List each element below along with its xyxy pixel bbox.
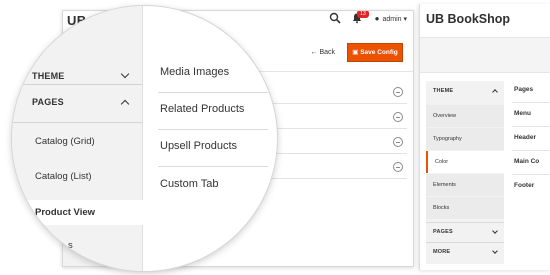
nav-more-label: MORE bbox=[433, 249, 451, 255]
menu-divider bbox=[158, 166, 268, 167]
magnifier-lens: THEME PAGES Catalog (Grid) Catalog (List… bbox=[12, 6, 277, 271]
nav-overview-label: Overview bbox=[433, 113, 456, 119]
mag-nav-catalog-grid-label: Catalog (Grid) bbox=[35, 136, 95, 147]
nav-blocks[interactable]: Blocks bbox=[426, 197, 504, 219]
nav-elements[interactable]: Elements bbox=[426, 174, 504, 196]
chevron-down-icon bbox=[492, 228, 498, 234]
theme-nav: THEME Overview Typography Color Elements… bbox=[426, 81, 504, 264]
nav-overview[interactable]: Overview bbox=[426, 105, 504, 127]
back-button[interactable]: ← Back bbox=[310, 49, 335, 56]
nav-theme[interactable]: THEME bbox=[426, 81, 504, 101]
menu-media-images[interactable]: Media Images bbox=[160, 66, 229, 78]
mag-nav-catalog-grid[interactable]: Catalog (Grid) bbox=[12, 130, 142, 152]
field-divider bbox=[512, 126, 550, 127]
menu-custom-tab[interactable]: Custom Tab bbox=[160, 178, 219, 190]
theme-toolbar bbox=[420, 37, 550, 73]
user-icon: ● bbox=[374, 14, 380, 23]
chevron-up-icon bbox=[492, 89, 498, 95]
collapse-icon[interactable] bbox=[393, 162, 403, 172]
save-label: Save Config bbox=[360, 49, 398, 56]
search-icon[interactable] bbox=[329, 12, 341, 24]
nav-color[interactable]: Color bbox=[426, 151, 504, 173]
field-label: Main Co bbox=[514, 158, 540, 165]
field-divider bbox=[512, 102, 550, 103]
notification-badge: 13 bbox=[357, 11, 369, 18]
back-arrow-icon: ← bbox=[310, 49, 318, 56]
save-icon: ▣ bbox=[352, 49, 359, 56]
nav-more[interactable]: MORE bbox=[426, 243, 504, 262]
menu-divider bbox=[158, 92, 268, 93]
field-label: Pages bbox=[514, 86, 534, 93]
back-label: Back bbox=[319, 49, 335, 56]
mag-nav-catalog-list-label: Catalog (List) bbox=[35, 171, 92, 182]
mag-nav-pages-label: PAGES bbox=[32, 97, 64, 107]
chevron-down-icon bbox=[492, 248, 498, 254]
field-divider bbox=[512, 150, 550, 151]
mag-nav-pages[interactable]: PAGES bbox=[12, 84, 142, 122]
save-config-button[interactable]: ▣ Save Config bbox=[347, 43, 403, 62]
collapse-icon[interactable] bbox=[393, 137, 403, 147]
mag-nav-product-view[interactable]: Product View bbox=[12, 200, 142, 225]
mag-nav-theme-label: THEME bbox=[32, 71, 65, 81]
theme-title: UB BookShop bbox=[426, 12, 511, 26]
nav-theme-label: THEME bbox=[433, 88, 454, 94]
field-divider bbox=[512, 174, 550, 175]
mag-nav-item-partial-label: s bbox=[68, 240, 73, 251]
nav-typography[interactable]: Typography bbox=[426, 128, 504, 150]
user-menu[interactable]: ● admin ▾ bbox=[375, 14, 407, 23]
nav-typography-label: Typography bbox=[433, 136, 462, 142]
theme-panel: UB BookShop THEME Overview Typography Co… bbox=[419, 4, 550, 270]
nav-pages[interactable]: PAGES bbox=[426, 223, 504, 242]
field-label: Footer bbox=[514, 182, 535, 189]
nav-elements-label: Elements bbox=[433, 182, 456, 188]
nav-pages-label: PAGES bbox=[433, 229, 453, 235]
nav-color-label: Color bbox=[435, 159, 449, 165]
menu-divider bbox=[158, 129, 268, 130]
collapse-icon[interactable] bbox=[393, 112, 403, 122]
field-label: Header bbox=[514, 134, 537, 141]
menu-upsell-products[interactable]: Upsell Products bbox=[160, 140, 237, 152]
field-label: Menu bbox=[514, 110, 531, 117]
chevron-down-icon bbox=[120, 69, 130, 79]
user-name: admin bbox=[382, 16, 402, 23]
mag-nav-catalog-list[interactable]: Catalog (List) bbox=[12, 165, 142, 187]
mag-nav-item-partial[interactable]: s bbox=[12, 234, 142, 256]
nav-blocks-label: Blocks bbox=[433, 205, 450, 211]
collapse-icon[interactable] bbox=[393, 87, 403, 97]
nav-divider bbox=[12, 122, 142, 123]
mag-nav-product-view-label: Product View bbox=[35, 207, 96, 218]
menu-related-products[interactable]: Related Products bbox=[160, 103, 244, 115]
chevron-up-icon bbox=[120, 99, 130, 109]
